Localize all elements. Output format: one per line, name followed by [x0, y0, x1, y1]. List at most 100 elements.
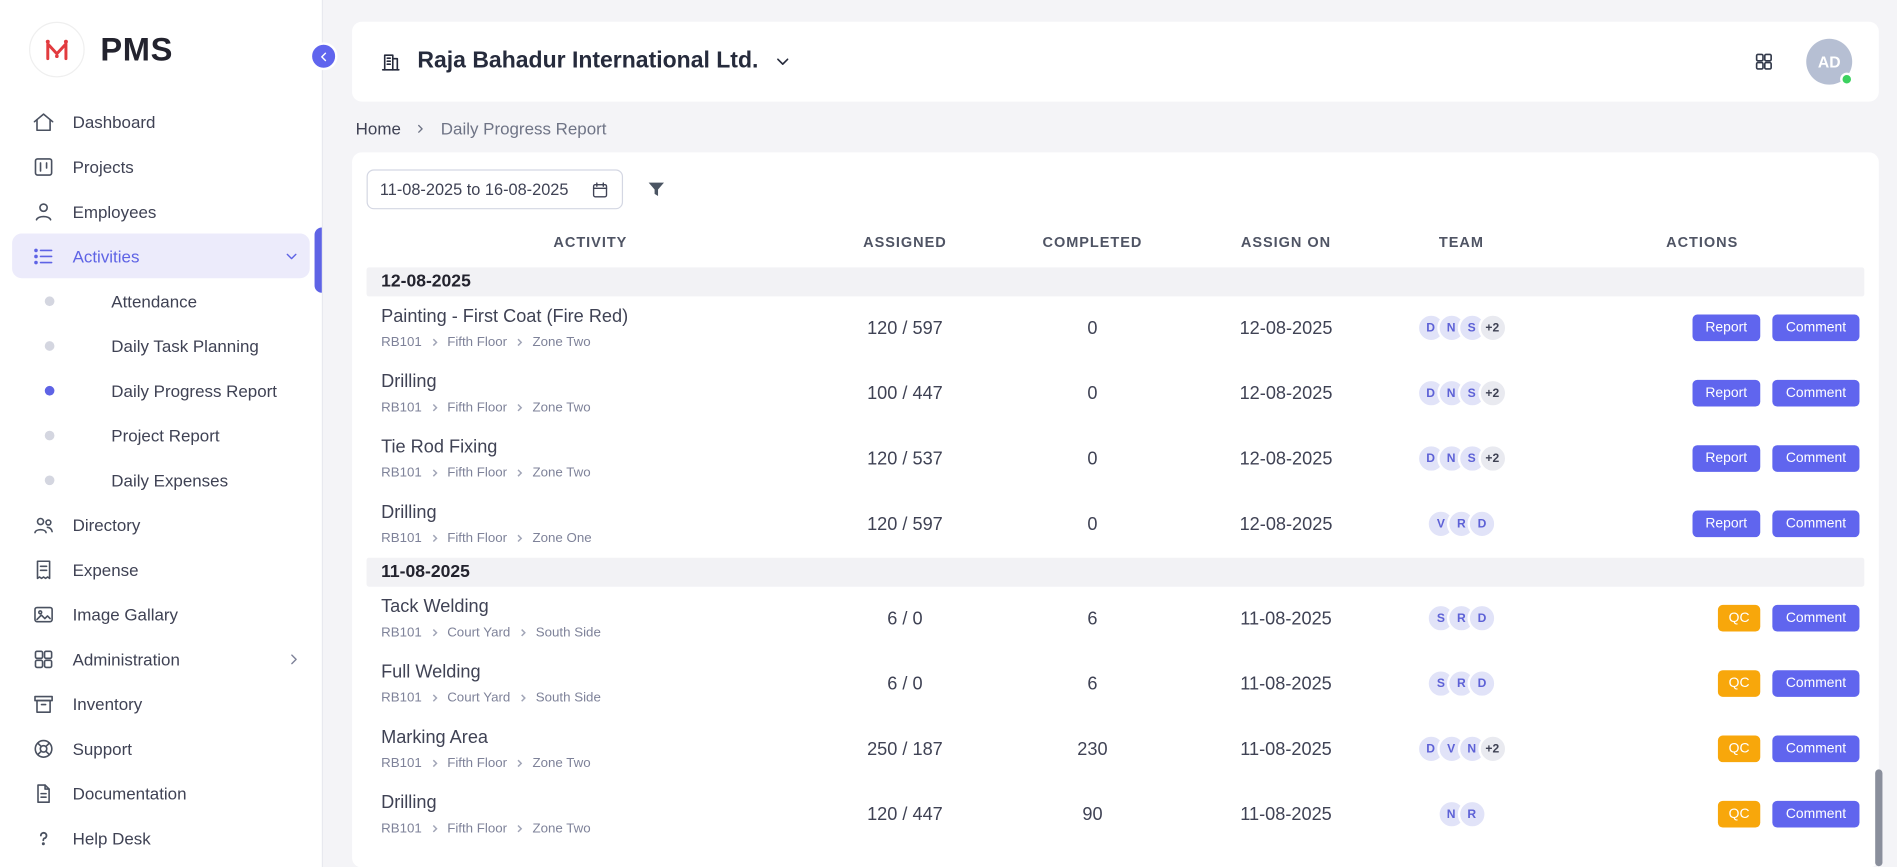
comment-button[interactable]: Comment	[1773, 801, 1860, 828]
activity-title: Drilling	[381, 371, 814, 392]
sidebar-item-expense[interactable]: Expense	[0, 547, 322, 592]
comment-button[interactable]: Comment	[1773, 736, 1860, 763]
sidebar-item-projects[interactable]: Projects	[0, 144, 322, 189]
date-range-picker[interactable]	[367, 169, 623, 209]
comment-button[interactable]: Comment	[1773, 511, 1860, 538]
report-button[interactable]: Report	[1692, 380, 1760, 407]
assign-on-value: 12-08-2025	[1189, 318, 1383, 339]
sidebar-item-dashboard[interactable]: Dashboard	[0, 99, 322, 144]
comment-button[interactable]: Comment	[1773, 605, 1860, 632]
sidebar-item-activities[interactable]: Activities	[12, 233, 310, 278]
path-segment: Fifth Floor	[447, 466, 507, 481]
sidebar-item-image-gallery[interactable]: Image Gallary	[0, 592, 322, 637]
logo-row: PMS	[0, 17, 322, 99]
comment-button[interactable]: Comment	[1773, 380, 1860, 407]
sidebar-item-administration[interactable]: Administration	[0, 636, 322, 681]
sidebar-item-label: Help Desk	[73, 828, 151, 847]
person-icon	[31, 199, 55, 223]
apps-grid-button[interactable]	[1753, 51, 1775, 73]
chevron-separator-icon	[430, 534, 438, 544]
chevron-down-icon	[773, 52, 792, 71]
assign-on-value: 11-08-2025	[1189, 739, 1383, 760]
filter-button[interactable]	[645, 178, 668, 201]
user-avatar[interactable]: AD	[1806, 39, 1852, 85]
sidebar-item-daily-expenses[interactable]: Daily Expenses	[0, 457, 322, 502]
report-button[interactable]: Report	[1692, 315, 1760, 342]
comment-button[interactable]: Comment	[1773, 315, 1860, 342]
sidebar-item-support[interactable]: Support	[0, 726, 322, 771]
date-range-input[interactable]	[380, 180, 586, 198]
team-avatars: D V N +2	[1383, 734, 1540, 763]
team-avatar-extra[interactable]: +2	[1478, 313, 1507, 342]
sidebar-item-employees[interactable]: Employees	[0, 189, 322, 234]
company-selector[interactable]: Raja Bahadur International Ltd.	[379, 48, 793, 75]
sidebar-item-inventory[interactable]: Inventory	[0, 681, 322, 726]
table-row: Painting - First Coat (Fire Red) RB101 F…	[367, 296, 1865, 361]
chevron-separator-icon	[430, 824, 438, 834]
sidebar-item-daily-task-planning[interactable]: Daily Task Planning	[0, 323, 322, 368]
apps-grid-icon	[1753, 51, 1775, 73]
breadcrumb-home-link[interactable]: Home	[356, 119, 401, 138]
chevron-separator-icon	[516, 338, 524, 348]
team-avatar-extra[interactable]: +2	[1478, 444, 1507, 473]
funnel-icon	[645, 178, 668, 201]
breadcrumb-current: Daily Progress Report	[441, 119, 607, 138]
qc-button[interactable]: QC	[1718, 736, 1761, 763]
team-avatar[interactable]: D	[1467, 669, 1496, 698]
bullet-icon	[45, 475, 55, 485]
table-row: Tie Rod Fixing RB101 Fifth Floor Zone Tw…	[367, 427, 1865, 492]
chevron-separator-icon	[519, 628, 527, 638]
sidebar-subitem-label: Daily Task Planning	[111, 336, 259, 355]
bullet-icon	[45, 430, 55, 440]
assign-on-value: 11-08-2025	[1189, 608, 1383, 629]
sidebar-item-daily-progress-report[interactable]: Daily Progress Report	[0, 368, 322, 413]
filter-row	[367, 169, 1865, 209]
team-avatar[interactable]: R	[1457, 800, 1486, 829]
comment-button[interactable]: Comment	[1773, 670, 1860, 697]
company-name: Raja Bahadur International Ltd.	[417, 48, 758, 75]
sidebar-item-directory[interactable]: Directory	[0, 502, 322, 547]
team-avatar-extra[interactable]: +2	[1478, 734, 1507, 763]
sidebar-subitem-label: Attendance	[111, 291, 197, 310]
sidebar-item-attendance[interactable]: Attendance	[0, 278, 322, 323]
receipt-icon	[31, 557, 55, 581]
assign-on-value: 12-08-2025	[1189, 514, 1383, 535]
team-avatar[interactable]: D	[1467, 604, 1496, 633]
team-avatar-extra[interactable]: +2	[1478, 379, 1507, 408]
sidebar-item-documentation[interactable]: Documentation	[0, 771, 322, 816]
assigned-value: 100 / 447	[814, 383, 995, 404]
chevron-separator-icon	[516, 759, 524, 769]
assigned-value: 120 / 447	[814, 804, 995, 825]
team-avatar[interactable]: D	[1467, 509, 1496, 538]
path-segment: RB101	[381, 821, 422, 836]
lifebuoy-icon	[31, 736, 55, 760]
path-segment: Fifth Floor	[447, 400, 507, 415]
column-header-assigned: ASSIGNED	[814, 233, 995, 250]
grid-icon	[31, 647, 55, 671]
activity-title: Painting - First Coat (Fire Red)	[381, 306, 814, 327]
sidebar-collapse-button[interactable]	[310, 42, 338, 70]
list-icon	[31, 244, 55, 268]
team-avatars: D N S +2	[1383, 313, 1540, 342]
chevron-right-icon	[414, 122, 427, 135]
sidebar-item-project-report[interactable]: Project Report	[0, 413, 322, 458]
chevron-separator-icon	[516, 824, 524, 834]
projects-icon	[31, 154, 55, 178]
report-button[interactable]: Report	[1692, 511, 1760, 538]
report-button[interactable]: Report	[1692, 445, 1760, 472]
scrollbar-thumb[interactable]	[1875, 769, 1882, 866]
qc-button[interactable]: QC	[1718, 801, 1761, 828]
qc-button[interactable]: QC	[1718, 605, 1761, 632]
sidebar-item-help-desk[interactable]: Help Desk	[0, 815, 322, 860]
sidebar-subitem-label: Project Report	[111, 425, 219, 444]
sidebar-item-label: Documentation	[73, 783, 187, 802]
activity-title: Drilling	[381, 502, 814, 523]
sidebar-item-label: Projects	[73, 157, 134, 176]
bullet-icon	[45, 341, 55, 351]
activity-path: RB101 Fifth Floor Zone Two	[381, 756, 814, 771]
date-group-header: 12-08-2025	[367, 267, 1865, 296]
qc-button[interactable]: QC	[1718, 670, 1761, 697]
path-segment: Zone One	[533, 531, 592, 546]
comment-button[interactable]: Comment	[1773, 445, 1860, 472]
path-segment: RB101	[381, 400, 422, 415]
